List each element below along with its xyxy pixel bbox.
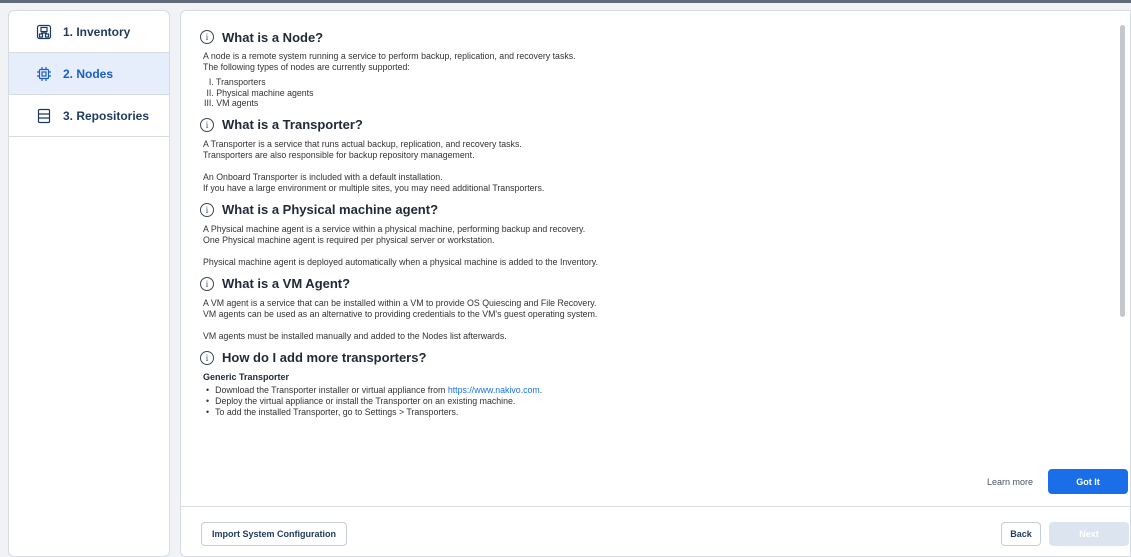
paragraph: The following types of nodes are current… bbox=[203, 62, 410, 72]
got-it-button[interactable]: Got It bbox=[1048, 469, 1128, 494]
back-button[interactable]: Back bbox=[1001, 522, 1041, 546]
list-item: II. Physical machine agents bbox=[204, 87, 314, 98]
list-item: III. VM agents bbox=[204, 98, 259, 108]
section-node: i What is a Node? A node is a remote sys… bbox=[200, 27, 1111, 109]
paragraph: A Physical machine agent is a service wi… bbox=[203, 223, 586, 234]
paragraph: A node is a remote system running a serv… bbox=[203, 51, 576, 61]
paragraph: If you have a large environment or multi… bbox=[203, 182, 545, 193]
section-title: What is a Transporter? bbox=[222, 117, 363, 132]
paragraph: A VM agent is a service that can be inst… bbox=[203, 297, 597, 308]
info-icon: i bbox=[200, 30, 214, 44]
section-physical-agent: i What is a Physical machine agent? A Ph… bbox=[200, 200, 1111, 268]
section-title: What is a VM Agent? bbox=[222, 276, 351, 291]
bullet-suffix: . bbox=[539, 384, 543, 395]
bullet-text: Download the Transporter installer or vi… bbox=[215, 384, 448, 395]
sidebar-item-label: 3. Repositories bbox=[63, 108, 150, 123]
next-button[interactable]: Next bbox=[1049, 522, 1129, 546]
list-item: To add the installed Transporter, go to … bbox=[206, 407, 1111, 418]
info-icon: i bbox=[200, 276, 214, 291]
paragraph: Transporters are also responsible for ba… bbox=[203, 149, 475, 160]
node-types-list: I. Transporters II. Physical machine age… bbox=[204, 77, 1111, 109]
learn-more-link[interactable]: Learn more bbox=[987, 477, 1033, 487]
top-border bbox=[0, 0, 1131, 3]
sidebar-item-repositories[interactable]: 3. Repositories bbox=[9, 95, 169, 137]
paragraph: An Onboard Transporter is included with … bbox=[203, 171, 443, 182]
inventory-icon bbox=[35, 23, 53, 41]
section-add-transporters: i How do I add more transporters? Generi… bbox=[200, 348, 1111, 418]
wizard-footer: Import System Configuration Back Next bbox=[181, 506, 1130, 556]
scrollbar-thumb[interactable] bbox=[1120, 25, 1125, 317]
steps-list: Download the Transporter installer or vi… bbox=[206, 385, 1111, 418]
info-icon: i bbox=[200, 350, 214, 365]
list-item: Download the Transporter installer or vi… bbox=[206, 385, 1111, 396]
app-frame: 1. Inventory 2. Nodes 3. Repositories i … bbox=[0, 0, 1131, 557]
info-icon: i bbox=[200, 117, 214, 132]
section-title: What is a Node? bbox=[222, 29, 324, 45]
sidebar-item-inventory[interactable]: 1. Inventory bbox=[9, 11, 169, 53]
info-content: i What is a Node? A node is a remote sys… bbox=[181, 11, 1111, 501]
info-icon: i bbox=[200, 202, 214, 217]
section-vm-agent: i What is a VM Agent? A VM agent is a se… bbox=[200, 274, 1111, 342]
nakivo-link[interactable]: https://www.nakivo.com bbox=[448, 385, 540, 395]
paragraph: One Physical machine agent is required p… bbox=[203, 234, 495, 245]
list-item: Deploy the virtual appliance or install … bbox=[206, 396, 1111, 407]
repository-icon bbox=[35, 107, 53, 125]
subheading: Generic Transporter bbox=[203, 371, 290, 382]
wizard-sidebar: 1. Inventory 2. Nodes 3. Repositories bbox=[8, 10, 170, 557]
sidebar-item-label: 1. Inventory bbox=[63, 24, 131, 39]
paragraph: Physical machine agent is deployed autom… bbox=[203, 256, 598, 267]
list-item: I. Transporters bbox=[204, 77, 266, 87]
chip-icon bbox=[35, 65, 53, 83]
section-title: How do I add more transporters? bbox=[222, 350, 427, 365]
paragraph: A Transporter is a service that runs act… bbox=[203, 138, 522, 149]
section-title: What is a Physical machine agent? bbox=[222, 202, 439, 217]
import-system-configuration-button[interactable]: Import System Configuration bbox=[201, 522, 347, 546]
section-transporter: i What is a Transporter? A Transporter i… bbox=[200, 115, 1111, 194]
sidebar-item-nodes[interactable]: 2. Nodes bbox=[9, 53, 169, 95]
main-panel: i What is a Node? A node is a remote sys… bbox=[180, 10, 1131, 557]
scrollbar[interactable] bbox=[1119, 21, 1127, 491]
paragraph: VM agents must be installed manually and… bbox=[203, 330, 507, 341]
sidebar-item-label: 2. Nodes bbox=[63, 66, 114, 81]
paragraph: VM agents can be used as an alternative … bbox=[203, 308, 598, 319]
